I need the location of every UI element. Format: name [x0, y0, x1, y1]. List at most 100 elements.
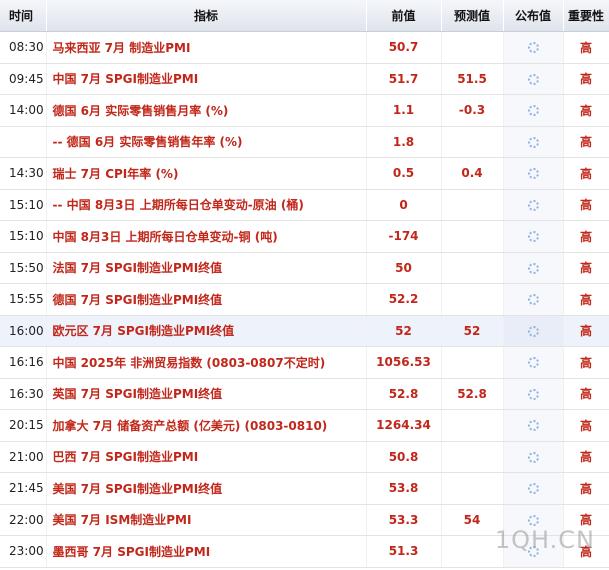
row-actual-value — [503, 315, 564, 347]
row-actual-value — [503, 472, 564, 505]
row-time: 20:15 — [0, 409, 47, 442]
column-header-actual[interactable]: 公布值 — [503, 0, 564, 32]
table-row[interactable]: 20:15 加拿大 7月 储备资产总额 (亿美元) (0803-0810) 1264… — [0, 409, 609, 442]
row-importance: 高 — [563, 378, 609, 410]
row-importance: 高 — [563, 472, 609, 505]
row-forecast-value — [441, 283, 504, 316]
row-importance: 高 — [563, 94, 609, 127]
row-indicator[interactable]: 法国 7月 SPGI制造业PMI终值 — [46, 252, 367, 284]
row-indicator[interactable]: 墨西哥 7月 SPGI制造业PMI — [46, 535, 367, 568]
row-indicator[interactable]: 德国 6月 实际零售销售月率 (%) — [46, 94, 367, 127]
table-row[interactable]: -- 德国 6月 实际零售销售年率 (%) 1.8 高 — [0, 126, 609, 158]
loading-spinner-icon — [527, 325, 539, 337]
row-indicator[interactable]: 加拿大 7月 储备资产总额 (亿美元) (0803-0810) — [46, 409, 367, 442]
row-indicator[interactable]: 中国 2025年 非洲贸易指数 (0803-0807不定时) — [46, 346, 367, 379]
row-indicator[interactable]: 美国 7月 ISM制造业PMI — [46, 504, 367, 536]
row-importance: 高 — [563, 63, 609, 95]
table-row[interactable]: 16:00 欧元区 7月 SPGI制造业PMI终值 52 52 高 — [0, 315, 609, 347]
table-row[interactable]: 15:50 法国 7月 SPGI制造业PMI终值 50 高 — [0, 252, 609, 284]
column-header-forecast[interactable]: 预测值 — [441, 0, 504, 32]
row-previous-value: 52.8 — [366, 378, 442, 410]
row-actual-value — [503, 157, 564, 190]
table-row[interactable]: 08:30 马来西亚 7月 制造业PMI 50.7 高 — [0, 31, 609, 64]
row-forecast-value: 52 — [441, 315, 504, 347]
loading-spinner-icon — [527, 357, 539, 369]
row-forecast-value — [441, 535, 504, 568]
table-row[interactable]: 09:45 中国 7月 SPGI制造业PMI 51.7 51.5 高 — [0, 63, 609, 95]
row-indicator[interactable]: 欧元区 7月 SPGI制造业PMI终值 — [46, 315, 367, 347]
row-previous-value: 1.1 — [366, 94, 442, 127]
row-previous-value: 53.8 — [366, 472, 442, 505]
row-previous-value: 50.8 — [366, 441, 442, 473]
row-actual-value — [503, 252, 564, 284]
row-actual-value — [503, 441, 564, 473]
row-previous-value: 50.7 — [366, 31, 442, 64]
column-header-indicator[interactable]: 指标 — [46, 0, 367, 32]
loading-spinner-icon — [527, 388, 539, 400]
row-forecast-value — [441, 346, 504, 379]
column-header-importance[interactable]: 重要性 — [563, 0, 609, 32]
row-forecast-value — [441, 252, 504, 284]
row-forecast-value: 51.5 — [441, 63, 504, 95]
row-previous-value: 51.3 — [366, 535, 442, 568]
row-forecast-value: -0.3 — [441, 94, 504, 127]
loading-spinner-icon — [527, 451, 539, 463]
row-time: 16:16 — [0, 346, 47, 379]
row-time: 23:00 — [0, 535, 47, 568]
row-previous-value: -174 — [366, 220, 442, 253]
row-indicator[interactable]: 马来西亚 7月 制造业PMI — [46, 31, 367, 64]
row-previous-value: 1056.53 — [366, 346, 442, 379]
loading-spinner-icon — [527, 168, 539, 180]
loading-spinner-icon — [527, 136, 539, 148]
row-actual-value — [503, 94, 564, 127]
row-previous-value: 50 — [366, 252, 442, 284]
row-indicator[interactable]: 美国 7月 SPGI制造业PMI终值 — [46, 472, 367, 505]
row-importance: 高 — [563, 346, 609, 379]
row-actual-value — [503, 378, 564, 410]
row-importance: 高 — [563, 441, 609, 473]
row-forecast-value — [441, 472, 504, 505]
table-row[interactable]: 16:16 中国 2025年 非洲贸易指数 (0803-0807不定时) 1056.… — [0, 346, 609, 379]
loading-spinner-icon — [527, 294, 539, 306]
row-indicator[interactable]: 巴西 7月 SPGI制造业PMI — [46, 441, 367, 473]
row-actual-value — [503, 63, 564, 95]
row-indicator[interactable]: 中国 7月 SPGI制造业PMI — [46, 63, 367, 95]
table-row[interactable]: 16:30 英国 7月 SPGI制造业PMI终值 52.8 52.8 高 — [0, 378, 609, 410]
row-time: 22:00 — [0, 504, 47, 536]
row-time: 14:30 — [0, 157, 47, 190]
row-forecast-value: 52.8 — [441, 378, 504, 410]
row-time: 15:50 — [0, 252, 47, 284]
row-indicator[interactable]: 中国 8月3日 上期所每日仓单变动-铜 (吨) — [46, 220, 367, 253]
row-previous-value: 1.8 — [366, 126, 442, 158]
table-row[interactable]: 21:45 美国 7月 SPGI制造业PMI终值 53.8 高 — [0, 472, 609, 505]
row-actual-value — [503, 283, 564, 316]
row-indicator[interactable]: 德国 7月 SPGI制造业PMI终值 — [46, 283, 367, 316]
row-time: 08:30 — [0, 31, 47, 64]
row-time — [0, 126, 47, 158]
row-forecast-value — [441, 31, 504, 64]
row-forecast-value — [441, 409, 504, 442]
row-forecast-value: 0.4 — [441, 157, 504, 190]
row-forecast-value: 54 — [441, 504, 504, 536]
row-indicator[interactable]: -- 德国 6月 实际零售销售年率 (%) — [46, 126, 367, 158]
row-importance: 高 — [563, 252, 609, 284]
table-row[interactable]: 15:55 德国 7月 SPGI制造业PMI终值 52.2 高 — [0, 283, 609, 316]
row-previous-value: 0.5 — [366, 157, 442, 190]
table-row[interactable]: 21:00 巴西 7月 SPGI制造业PMI 50.8 高 — [0, 441, 609, 473]
row-previous-value: 51.7 — [366, 63, 442, 95]
row-actual-value — [503, 346, 564, 379]
row-indicator[interactable]: -- 中国 8月3日 上期所每日仓单变动-原油 (桶) — [46, 189, 367, 221]
row-indicator[interactable]: 英国 7月 SPGI制造业PMI终值 — [46, 378, 367, 410]
table-row[interactable]: 14:30 瑞士 7月 CPI年率 (%) 0.5 0.4 高 — [0, 157, 609, 190]
row-indicator[interactable]: 瑞士 7月 CPI年率 (%) — [46, 157, 367, 190]
table-row[interactable]: 14:00 德国 6月 实际零售销售月率 (%) 1.1 -0.3 高 — [0, 94, 609, 127]
column-header-time[interactable]: 时间 — [0, 0, 47, 32]
table-row[interactable]: 15:10 -- 中国 8月3日 上期所每日仓单变动-原油 (桶) 0 高 — [0, 189, 609, 221]
column-header-previous[interactable]: 前值 — [366, 0, 442, 32]
table-row[interactable]: 15:10 中国 8月3日 上期所每日仓单变动-铜 (吨) -174 高 — [0, 220, 609, 253]
row-forecast-value — [441, 441, 504, 473]
site-watermark: 1QH.CN — [494, 526, 595, 554]
loading-spinner-icon — [527, 514, 539, 526]
row-time: 21:00 — [0, 441, 47, 473]
row-forecast-value — [441, 220, 504, 253]
